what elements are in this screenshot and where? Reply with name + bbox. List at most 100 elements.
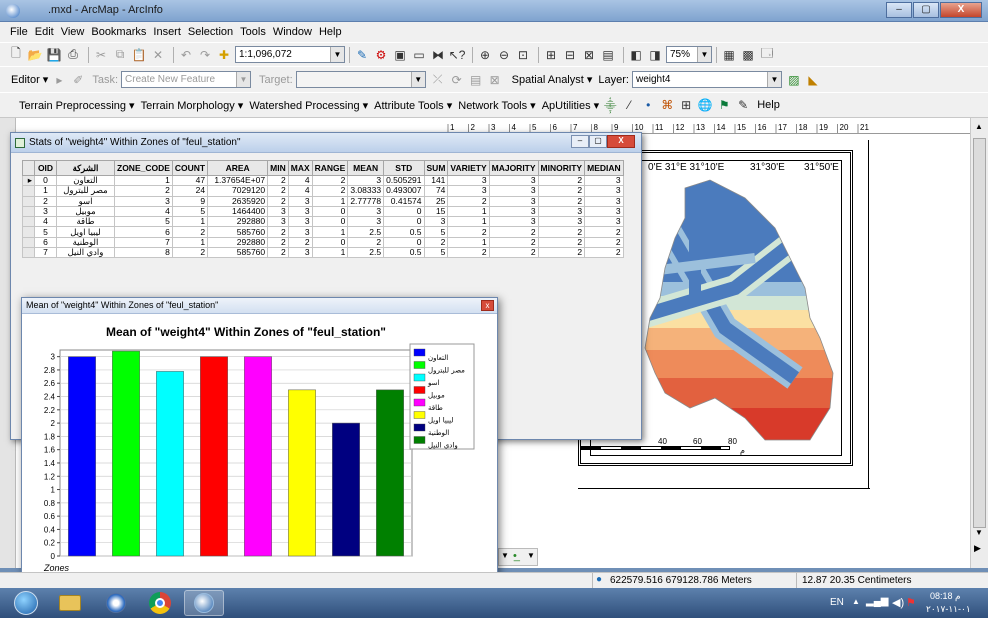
python-icon[interactable]: ▭ (411, 47, 427, 63)
flow-direction-icon[interactable]: ⸎ (602, 97, 618, 113)
table-cell[interactable]: 1 (34, 185, 57, 197)
table-cell[interactable]: 0.493007 (383, 185, 425, 197)
clock-date[interactable]: ٠١-١١-٢٠١٧ (926, 604, 971, 615)
col-header-range[interactable]: RANGE (311, 160, 349, 176)
volume-icon[interactable]: ◀) (892, 596, 904, 609)
col-header-zone-code[interactable]: ZONE_CODE (114, 160, 173, 176)
chart-bar[interactable] (332, 422, 360, 557)
table-cell[interactable]: 1 (447, 236, 490, 249)
table-cell[interactable]: 3 (347, 205, 385, 218)
layout-pan-icon[interactable]: ⊠ (581, 47, 597, 63)
col-header-median[interactable]: MEDIAN (584, 160, 624, 176)
table-cell[interactable]: 3 (447, 174, 490, 187)
menu-window[interactable]: Window (273, 26, 312, 38)
table-cell[interactable]: 0 (34, 174, 57, 187)
chart-bar[interactable] (68, 356, 96, 557)
copy-icon[interactable]: ⧉ (112, 47, 128, 63)
table-cell[interactable]: 3 (34, 205, 57, 218)
table-cell[interactable]: 2 (267, 247, 289, 259)
chart-close-button[interactable]: x (481, 300, 494, 311)
col-header-count[interactable]: COUNT (171, 160, 209, 176)
table-cell[interactable]: 3 (584, 185, 624, 197)
table-cell[interactable]: 2 (267, 236, 289, 249)
maximize-button[interactable]: ▢ (913, 2, 939, 18)
scroll-right-arrow[interactable]: ▶ (974, 543, 981, 554)
table-cell[interactable]: موبيل (56, 205, 115, 218)
chevron-down-icon[interactable]: ▼ (501, 551, 509, 560)
table-cell[interactable]: 3 (114, 195, 173, 207)
action-center-flag-icon[interactable]: ⚑ (906, 596, 916, 609)
table-cell[interactable]: 3 (584, 174, 624, 187)
table-cell[interactable]: 4 (287, 174, 313, 187)
chart-bar[interactable] (376, 389, 404, 557)
zoom-whole-page-icon[interactable]: ⊡ (515, 47, 531, 63)
row-selector[interactable] (22, 205, 35, 218)
line-color-icon[interactable]: •̲ (513, 550, 517, 562)
table-cell[interactable]: 24 (171, 185, 209, 197)
table-cell[interactable]: 5 (423, 247, 449, 259)
cut-icon[interactable]: ✂ (93, 47, 109, 63)
row-selector[interactable] (22, 236, 35, 249)
table-cell[interactable]: 585760 (207, 226, 269, 238)
table-cell[interactable]: 3 (537, 205, 586, 218)
table-cell[interactable]: 4 (114, 205, 173, 218)
table-row[interactable]: 7 وادي النيل 8 2 585760 2 3 1 2.5 0.5 5 2 2 2 2 (22, 247, 624, 259)
col-header-std[interactable]: STD (383, 160, 425, 176)
terrain-preprocessing-menu[interactable]: Terrain Preprocessing ▾ (19, 99, 135, 112)
row-selector[interactable] (22, 247, 35, 259)
network-icon[interactable]: ▂▄▆ (866, 596, 888, 607)
menu-file[interactable]: File (10, 26, 28, 38)
delete-icon[interactable]: ✕ (150, 47, 166, 63)
table-cell[interactable]: 3.08333 (347, 185, 385, 197)
table-cell[interactable]: 2 (267, 226, 289, 238)
table-cell[interactable]: 2 (488, 247, 539, 259)
table-row[interactable]: 1 مصر للبترول 2 24 7029120 2 4 2 3.08333 0.493007… (22, 185, 624, 197)
col-header-max[interactable]: MAX (287, 160, 313, 176)
table-cell[interactable]: 6 (34, 236, 57, 249)
stats-maximize-button[interactable]: ▢ (589, 135, 607, 148)
attribute-tools-menu[interactable]: Attribute Tools ▾ (374, 99, 452, 112)
table-cell[interactable]: 292880 (207, 236, 269, 249)
col-header-mean[interactable]: MEAN (347, 160, 385, 176)
arc-hydro-help-menu[interactable]: Help (757, 99, 780, 111)
col-header-company[interactable]: الشركة (56, 160, 115, 176)
table-cell[interactable]: 3 (287, 205, 313, 218)
table-cell[interactable]: 2 (171, 226, 209, 238)
table-cell[interactable]: 0 (383, 236, 425, 249)
table-cell[interactable]: 5 (423, 226, 449, 238)
table-cell[interactable]: 1.37654E+07 (207, 174, 269, 187)
table-cell[interactable]: 0 (311, 216, 349, 228)
stats-close-button[interactable]: X (607, 135, 635, 148)
col-header-majority[interactable]: MAJORITY (488, 160, 539, 176)
table-cell[interactable]: 5 (114, 216, 173, 228)
chevron-down-icon[interactable]: ▼ (527, 551, 535, 560)
table-cell[interactable]: 3 (488, 195, 539, 207)
table-cell[interactable]: 2635920 (207, 195, 269, 207)
model-builder-icon[interactable]: ⧓ (430, 47, 446, 63)
layout-zoom-combo[interactable]: 75% ▼ (666, 46, 712, 63)
table-cell[interactable]: 3 (347, 174, 385, 187)
table-row[interactable]: 5 ليبيا اويل 6 2 585760 2 3 1 2.5 0.5 5 2 2 2 2 (22, 226, 624, 238)
table-cell[interactable]: 0.5 (383, 247, 425, 259)
table-cell[interactable]: 1 (311, 247, 349, 259)
point-delineation-icon[interactable]: • (640, 97, 656, 113)
table-cell[interactable]: 1 (311, 226, 349, 238)
new-document-icon[interactable]: 🗋 (8, 46, 24, 63)
table-cell[interactable]: 3 (347, 216, 385, 228)
table-cell[interactable]: اسو (56, 195, 115, 207)
taskbar-arcmap[interactable] (184, 590, 224, 616)
menu-selection[interactable]: Selection (188, 26, 233, 38)
table-cell[interactable]: 2 (584, 247, 624, 259)
table-cell[interactable]: 3 (287, 216, 313, 228)
show-hidden-icons[interactable]: ▲ (852, 597, 860, 606)
table-cell[interactable]: 2 (447, 195, 490, 207)
table-cell[interactable]: 3 (488, 185, 539, 197)
table-cell[interactable]: 0 (311, 205, 349, 218)
language-indicator[interactable]: EN (830, 597, 844, 608)
menu-bookmarks[interactable]: Bookmarks (91, 26, 146, 38)
row-selector[interactable] (22, 195, 35, 207)
focus-data-frame-icon[interactable]: ▩ (740, 47, 756, 63)
taskbar-media-player[interactable] (96, 590, 136, 616)
table-cell[interactable]: 2 (267, 195, 289, 207)
table-cell[interactable]: 1 (311, 195, 349, 207)
